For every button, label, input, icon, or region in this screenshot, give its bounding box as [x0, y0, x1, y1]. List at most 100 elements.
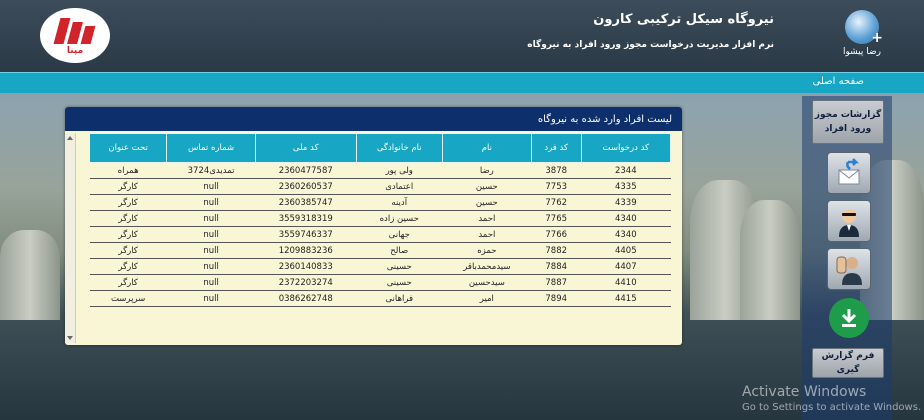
- table-cell: سرپرست: [89, 290, 167, 307]
- table-cell: حسین: [442, 178, 532, 195]
- table-cell: 4407: [581, 258, 671, 275]
- table-cell: 7894: [531, 290, 582, 307]
- table-cell: فراهانی: [356, 290, 443, 307]
- table-cell: 3559318319: [255, 210, 357, 227]
- column-header[interactable]: تحت عنوان: [88, 133, 168, 163]
- table-cell: کارگر: [89, 178, 167, 195]
- table-cell: null: [166, 258, 256, 275]
- table-cell: حسین: [442, 194, 532, 211]
- app-title: نیروگاه سیکل ترکیبی کارون: [593, 12, 774, 27]
- table-cell: جهانی: [356, 226, 443, 243]
- table-row[interactable]: 4340 7766 احمد جهانی 3559746337 null کارگر: [89, 226, 671, 243]
- table-cell: 7887: [531, 274, 582, 291]
- entered-people-panel: لیست افراد وارد شده به نیروگاه کد درخواس…: [65, 107, 682, 345]
- table-cell: 7765: [531, 210, 582, 227]
- table-cell: کارگر: [89, 194, 167, 211]
- vertical-scrollbar[interactable]: [65, 133, 76, 343]
- table-cell: 7884: [531, 258, 582, 275]
- send-mail-icon: [838, 158, 860, 185]
- column-header[interactable]: نام: [441, 133, 532, 163]
- scroll-up-icon[interactable]: [67, 136, 73, 140]
- table-cell: null: [166, 194, 256, 211]
- table-row[interactable]: 4410 7887 سیدحسین حسینی 2372203274 null کارگر: [89, 274, 671, 291]
- table-cell: کارگر: [89, 242, 167, 259]
- table-row[interactable]: 4339 7762 حسین آدینه 2360385747 null کارگر: [89, 194, 671, 211]
- table-cell: 2372203274: [255, 274, 357, 291]
- activate-windows-title: Activate Windows: [742, 384, 867, 400]
- table-cell: حسینی: [356, 258, 443, 275]
- user-profile[interactable]: رضا پیشوا: [840, 10, 884, 57]
- table-cell: رضا: [442, 162, 532, 179]
- column-header[interactable]: نام خانوادگی: [355, 133, 443, 163]
- table-cell: 3559746337: [255, 226, 357, 243]
- table-cell: صالح: [356, 242, 443, 259]
- table-cell: ولی پور: [356, 162, 443, 179]
- table-cell: 7882: [531, 242, 582, 259]
- table-cell: اعتمادی: [356, 178, 443, 195]
- table-cell: 2360385747: [255, 194, 357, 211]
- user-name: رضا پیشوا: [843, 47, 881, 57]
- table-cell: 2360260537: [255, 178, 357, 195]
- report-form-button[interactable]: فرم گزارش گیری: [812, 348, 884, 378]
- table-cell: 2344: [581, 162, 671, 179]
- table-cell: 4340: [581, 210, 671, 227]
- table-cell: 4405: [581, 242, 671, 259]
- table-cell: کارگر: [89, 258, 167, 275]
- sidebar: گزارشات مجوز ورود افراد فرم گزارش گیری: [802, 96, 892, 420]
- logo-text: مپنا: [66, 45, 84, 56]
- nav-bar: صفحه اصلی: [0, 72, 924, 93]
- nav-home-link[interactable]: صفحه اصلی: [813, 76, 864, 87]
- column-header[interactable]: کد ملی: [254, 133, 357, 163]
- cooling-tower: [0, 230, 60, 320]
- table-cell: کارگر: [89, 274, 167, 291]
- table-cell: سیدمحمدباقر: [442, 258, 532, 275]
- download-icon: [841, 309, 857, 327]
- table-cell: همراه: [89, 162, 167, 179]
- table-cell: 4335: [581, 178, 671, 195]
- table-cell: 4410: [581, 274, 671, 291]
- table-row[interactable]: 4407 7884 سیدمحمدباقر حسینی 2360140833 null کا…: [89, 258, 671, 275]
- table-row[interactable]: 4415 7894 امیر فراهانی 0386262748 null سرپرست: [89, 290, 671, 307]
- user-agent-icon: [839, 209, 859, 237]
- column-header[interactable]: کد فرد: [530, 133, 582, 163]
- table-cell: 7766: [531, 226, 582, 243]
- app-subtitle: نرم افزار مدیریت درخواست مجوز ورود افراد…: [527, 40, 774, 50]
- table-row[interactable]: 2344 3878 رضا ولی پور 2360477587 تمدیدی3724 هم…: [89, 162, 671, 179]
- table-cell: سیدحسین: [442, 274, 532, 291]
- table-cell: 4339: [581, 194, 671, 211]
- send-mail-button[interactable]: [827, 152, 871, 194]
- table-cell: 4340: [581, 226, 671, 243]
- table-cell: حمزه: [442, 242, 532, 259]
- column-header[interactable]: کد درخواست: [580, 133, 672, 163]
- table-cell: احمد: [442, 210, 532, 227]
- table-cell: حسین زاده: [356, 210, 443, 227]
- table-cell: 2360477587: [255, 162, 357, 179]
- table-cell: کارگر: [89, 226, 167, 243]
- person-button[interactable]: [827, 200, 871, 242]
- table-cell: null: [166, 210, 256, 227]
- download-button[interactable]: [829, 298, 869, 338]
- table-row[interactable]: 4340 7765 احمد حسین زاده 3559318319 null کارگر: [89, 210, 671, 227]
- scroll-down-icon[interactable]: [67, 336, 73, 340]
- cooling-tower: [740, 200, 800, 320]
- table-row[interactable]: 4405 7882 حمزه صالح 1209883236 null کارگر: [89, 242, 671, 259]
- column-header[interactable]: شماره تماس: [166, 133, 256, 163]
- table-cell: 3878: [531, 162, 582, 179]
- table-cell: کارگر: [89, 210, 167, 227]
- table-cell: null: [166, 274, 256, 291]
- table-cell: null: [166, 290, 256, 307]
- user-add-icon[interactable]: [845, 10, 883, 46]
- mapna-logo: مپنا: [40, 8, 110, 63]
- table-row[interactable]: 4335 7753 حسین اعتمادی 2360260537 null کارگر: [89, 178, 671, 195]
- table-cell: حسینی: [356, 274, 443, 291]
- panel-title: لیست افراد وارد شده به نیروگاه: [65, 107, 682, 131]
- table-cell: 4415: [581, 290, 671, 307]
- table-cell: تمدیدی3724: [166, 162, 256, 179]
- stop-button[interactable]: [827, 248, 871, 290]
- table-header-row: کد درخواست کد فرد نام نام خانوادگی کد ملی شما…: [88, 133, 672, 163]
- table-cell: 7753: [531, 178, 582, 195]
- table-cell: 2360140833: [255, 258, 357, 275]
- reports-button[interactable]: گزارشات مجوز ورود افراد: [812, 100, 884, 144]
- table-cell: 7762: [531, 194, 582, 211]
- table-cell: null: [166, 226, 256, 243]
